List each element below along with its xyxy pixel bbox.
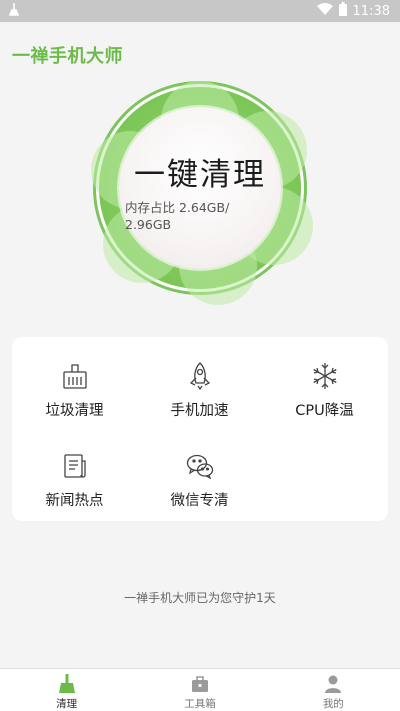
feature-label: CPU降温 bbox=[295, 403, 354, 419]
nav-clean[interactable]: 清理 bbox=[0, 669, 133, 711]
nav-toolbox[interactable]: 工具箱 bbox=[133, 669, 266, 711]
battery-icon bbox=[338, 2, 347, 20]
feature-cpu-cooling[interactable]: CPU降温 bbox=[262, 357, 387, 427]
broom-icon bbox=[57, 674, 77, 694]
wechat-icon bbox=[185, 451, 215, 481]
status-bar: 11:38 bbox=[0, 0, 400, 22]
protection-days-text: 一禅手机大师已为您守护1天 bbox=[124, 591, 276, 605]
one-key-clean-label: 一键清理 bbox=[134, 157, 266, 193]
feature-phone-boost[interactable]: 手机加速 bbox=[137, 357, 262, 427]
feature-label: 微信专清 bbox=[170, 493, 229, 509]
memory-usage-text: 内存占比 2.64GB/ 2.96GB bbox=[125, 200, 230, 232]
feature-card: 垃圾清理 手机加速 CPU降温 新闻热点 微信专清 bbox=[12, 337, 388, 521]
status-right: 11:38 bbox=[316, 2, 390, 20]
rocket-icon bbox=[185, 361, 215, 391]
news-icon bbox=[60, 451, 90, 481]
feature-label: 新闻热点 bbox=[45, 493, 104, 509]
app-title: 一禅手机大师 bbox=[12, 46, 123, 67]
one-key-clean-button[interactable]: 一键清理 内存占比 2.64GB/ 2.96GB bbox=[91, 81, 313, 305]
feature-wechat-clean[interactable]: 微信专清 bbox=[137, 447, 262, 517]
feature-label: 垃圾清理 bbox=[45, 403, 104, 419]
feature-junk-clean[interactable]: 垃圾清理 bbox=[12, 357, 137, 427]
nav-label: 工具箱 bbox=[184, 698, 216, 710]
bottom-nav: 清理 工具箱 我的 bbox=[0, 668, 400, 711]
toolbox-icon bbox=[190, 674, 210, 694]
notification-icon bbox=[8, 2, 20, 20]
feature-news[interactable]: 新闻热点 bbox=[12, 447, 137, 517]
person-icon bbox=[323, 674, 343, 694]
app-screen: 11:38 一禅手机大师 一键清理 内存占比 2.64GB/ 2.96GB 垃圾… bbox=[0, 0, 400, 711]
trash-bin-icon bbox=[60, 361, 90, 391]
wifi-icon bbox=[316, 3, 333, 19]
nav-label: 我的 bbox=[322, 698, 344, 710]
snowflake-icon bbox=[310, 361, 340, 391]
status-time: 11:38 bbox=[352, 3, 390, 19]
nav-profile[interactable]: 我的 bbox=[267, 669, 400, 711]
feature-label: 手机加速 bbox=[170, 403, 229, 419]
nav-label: 清理 bbox=[56, 698, 78, 710]
